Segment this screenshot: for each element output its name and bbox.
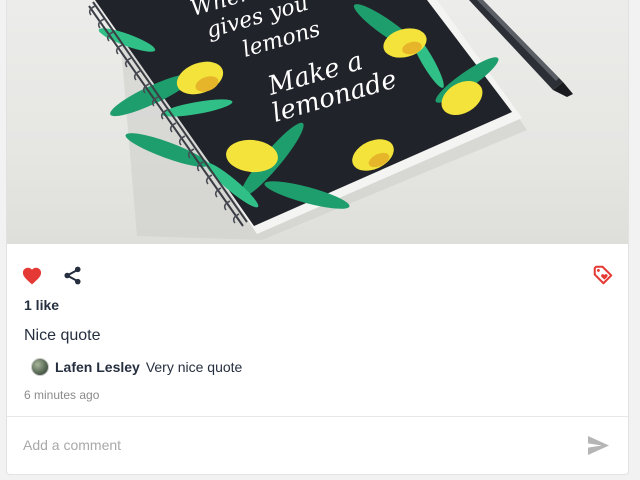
notebook-photo: When life gives you lemons Make a lemona… [88, 0, 573, 240]
comment-input[interactable] [23, 428, 563, 462]
divider [7, 416, 628, 417]
post-card: When life gives you lemons Make a lemona… [6, 0, 629, 475]
comment-author[interactable]: Lafen Lesley [55, 359, 140, 375]
comment-text: Very nice quote [145, 359, 243, 375]
heart-icon[interactable] [21, 265, 43, 290]
post-actions [7, 244, 628, 306]
comment-item: Lafen Lesley Very nice quote [31, 357, 242, 377]
share-icon[interactable] [62, 265, 83, 291]
post-timestamp: 6 minutes ago [24, 388, 100, 402]
tag-heart-icon[interactable] [592, 264, 614, 291]
likes-count[interactable]: 1 like [24, 297, 59, 313]
post-caption: Nice quote [24, 327, 101, 344]
avatar[interactable] [31, 358, 49, 376]
post-image[interactable]: When life gives you lemons Make a lemona… [7, 0, 628, 244]
send-icon[interactable] [587, 435, 610, 461]
